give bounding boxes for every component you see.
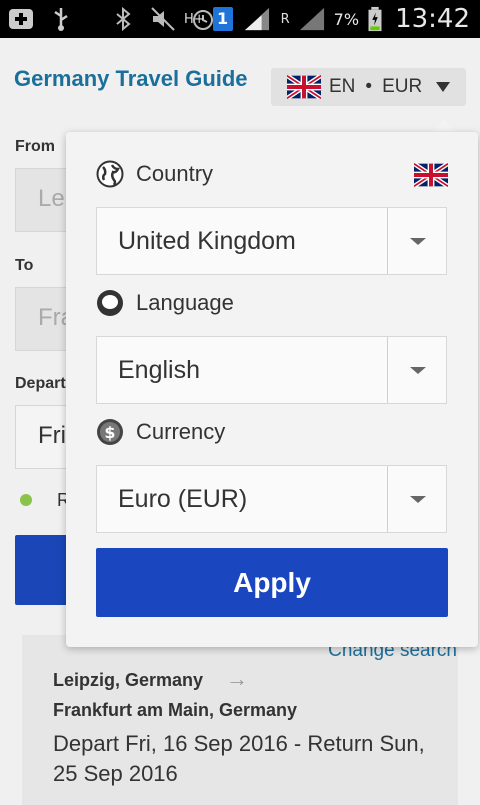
country-row-label: Country — [96, 160, 213, 188]
roaming-signal-icon — [299, 7, 324, 31]
to-label: To — [15, 257, 34, 274]
status-bar: H+ 1 R 7% 13:42 — [0, 0, 480, 38]
speech-bubble-icon — [97, 290, 123, 316]
trip-type-radio[interactable] — [20, 494, 32, 506]
uk-flag-icon — [414, 162, 448, 188]
language-select[interactable]: English — [96, 336, 447, 404]
currency-code: EUR — [382, 76, 423, 97]
language-row-label: Language — [96, 289, 234, 317]
dollar-coin-icon: $ — [97, 419, 123, 445]
currency-label: Currency — [136, 419, 226, 444]
battery-icon — [368, 6, 382, 32]
page-title: Germany Travel Guide — [14, 66, 248, 91]
apply-button[interactable]: Apply — [96, 548, 448, 617]
battery-percent: 7% — [333, 9, 360, 29]
language-value: English — [118, 355, 200, 384]
country-value: United Kingdom — [118, 226, 296, 255]
language-label: Language — [136, 290, 234, 315]
clock: 13:42 — [395, 4, 470, 34]
network-type: H+ — [183, 11, 205, 27]
lang-code: EN — [329, 76, 356, 97]
mute-icon — [151, 7, 175, 31]
currency-row-label: $ Currency — [96, 418, 225, 446]
chevron-down-icon[interactable] — [388, 466, 446, 532]
signal-icon — [244, 7, 269, 31]
chevron-down-icon[interactable] — [388, 337, 446, 403]
separator: • — [365, 76, 373, 97]
arrow-right-icon: → — [226, 666, 248, 691]
card-origin: Leipzig, Germany — [53, 670, 204, 690]
card-dates: Depart Fri, 16 Sep 2016 - Return Sun, 25… — [53, 731, 425, 786]
svg-text:$: $ — [104, 423, 115, 442]
from-label: From — [15, 138, 55, 155]
locale-settings-dialog: Country United Kingdom Language English … — [66, 132, 478, 647]
currency-value: Euro (EUR) — [118, 484, 248, 513]
globe-icon — [96, 160, 124, 188]
bluetooth-icon — [116, 6, 131, 32]
chevron-down-icon[interactable] — [388, 208, 446, 274]
country-label: Country — [136, 161, 214, 186]
roaming-indicator: R — [280, 11, 290, 27]
depart-label: Depart — [15, 375, 66, 392]
popup-pointer — [432, 120, 456, 132]
usb-icon — [54, 8, 68, 31]
dropdown-caret-icon — [436, 82, 450, 92]
language-currency-button[interactable]: EN • EUR — [271, 68, 466, 106]
card-destination: Frankfurt am Main, Germany — [53, 700, 298, 720]
country-select[interactable]: United Kingdom — [96, 207, 447, 275]
sim-icon: 1 — [212, 7, 233, 31]
add-icon — [9, 9, 33, 29]
uk-flag-icon — [287, 75, 321, 99]
currency-select[interactable]: Euro (EUR) — [96, 465, 447, 533]
